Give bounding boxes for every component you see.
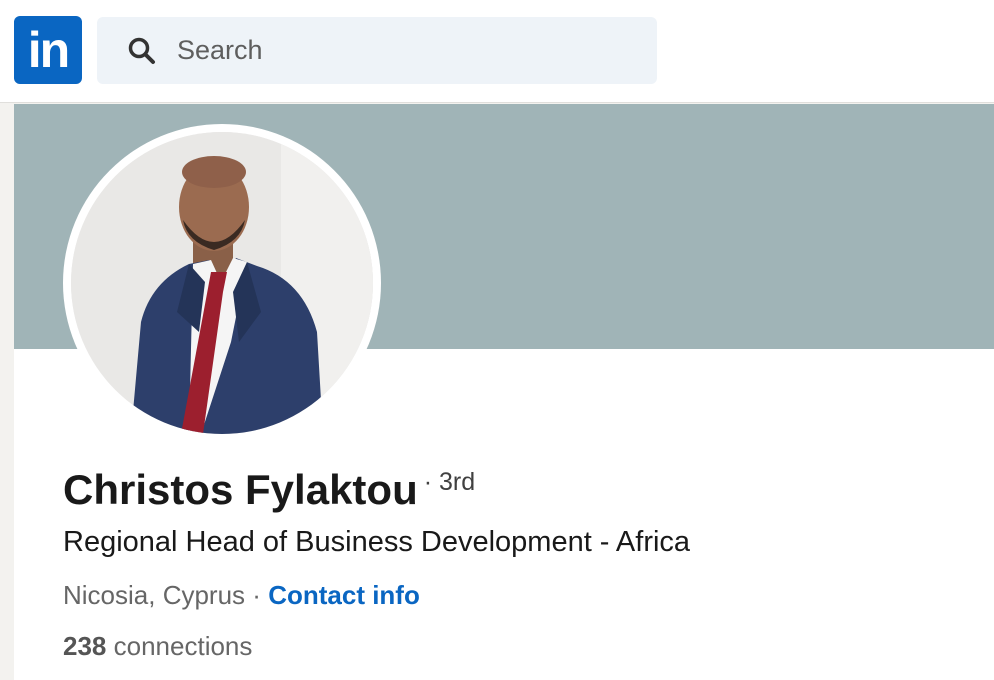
separator-dot: ·	[252, 580, 261, 610]
search-icon	[128, 37, 155, 64]
connections-label: connections	[113, 631, 253, 661]
profile-name-row: Christos Fylaktou · 3rd	[63, 466, 475, 514]
profile-location: Nicosia, Cyprus	[63, 580, 246, 610]
connections-row[interactable]: 238 connections	[63, 631, 252, 662]
connection-degree: · 3rd	[423, 468, 476, 496]
profile-card: Christos Fylaktou · 3rd Regional Head of …	[14, 104, 994, 680]
contact-info-link[interactable]: Contact info	[268, 580, 420, 610]
profile-headline: Regional Head of Business Development - …	[63, 526, 691, 558]
global-nav: in	[0, 0, 994, 103]
profile-name: Christos Fylaktou	[63, 466, 418, 513]
profile-avatar[interactable]	[63, 124, 381, 442]
profile-photo-illustration	[71, 132, 373, 434]
search-input[interactable]	[177, 17, 637, 84]
location-row: Nicosia, Cyprus · Contact info	[63, 580, 420, 611]
profile-photo	[71, 132, 373, 434]
linkedin-logo[interactable]: in	[14, 16, 82, 84]
search-bar[interactable]	[97, 17, 657, 84]
connections-count: 238	[63, 631, 107, 661]
